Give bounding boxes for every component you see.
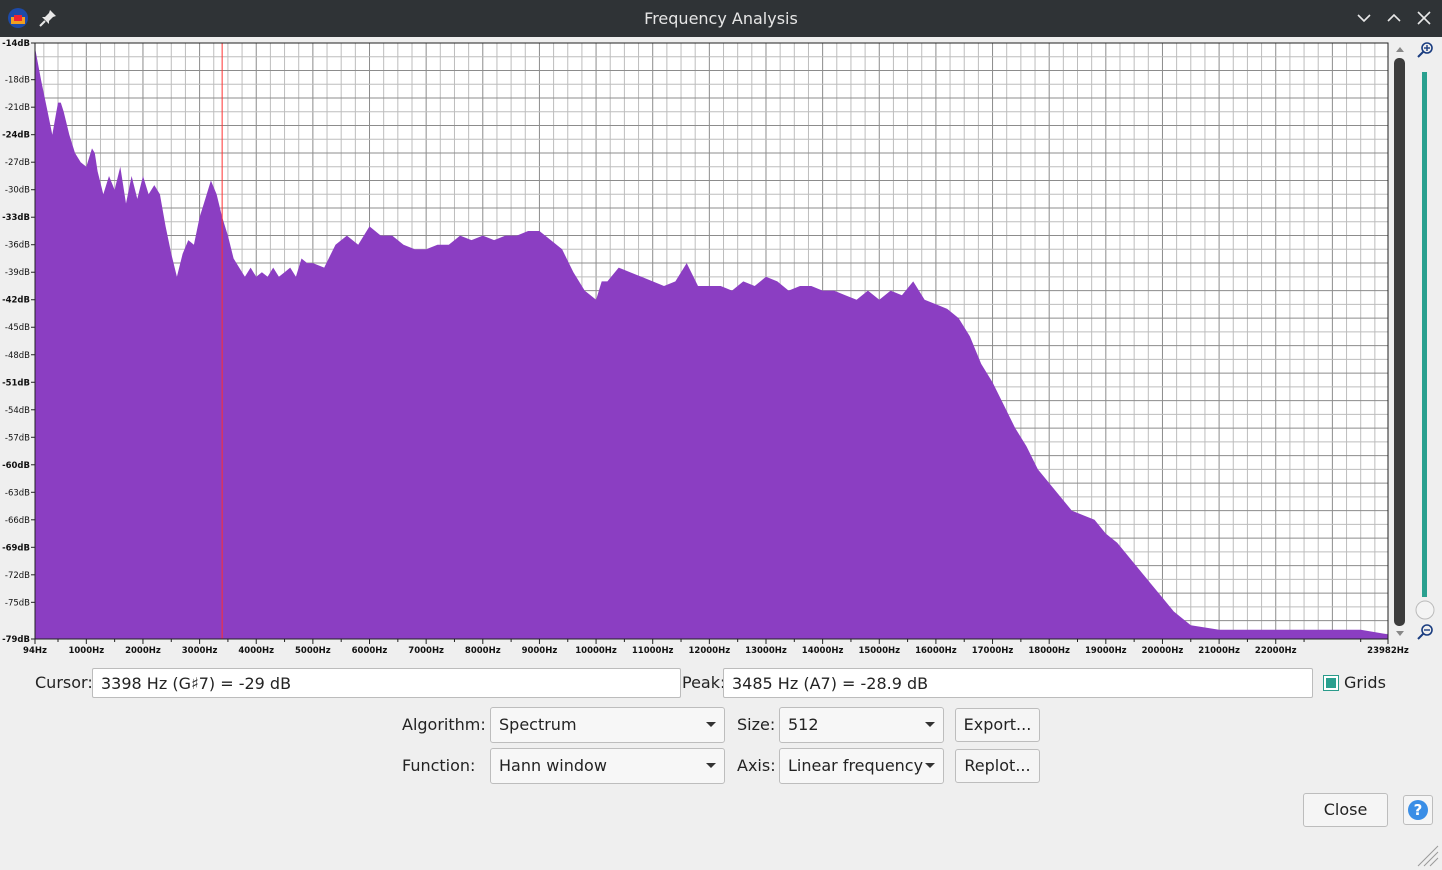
size-select-value: 512 xyxy=(788,715,819,734)
x-tick-label: 5000Hz xyxy=(295,646,331,656)
x-tick-label: 13000Hz xyxy=(745,646,787,656)
x-tick-label: 9000Hz xyxy=(522,646,558,656)
x-tick-label: 10000Hz xyxy=(575,646,617,656)
function-select-value: Hann window xyxy=(499,756,607,775)
x-tick-label: 16000Hz xyxy=(915,646,957,656)
y-tick-label: -57dB xyxy=(5,433,30,443)
y-tick-label: -36dB xyxy=(5,241,30,251)
axis-select[interactable]: Linear frequency xyxy=(779,748,944,784)
y-tick-label: -75dB xyxy=(5,598,30,608)
peak-readout-field[interactable]: 3485 Hz (A7) = -28.9 dB xyxy=(723,668,1313,698)
title-bar: Frequency Analysis xyxy=(0,0,1442,37)
export-button[interactable]: Export... xyxy=(955,708,1040,742)
cursor-readout-field[interactable]: 3398 Hz (G♯7) = -29 dB xyxy=(92,668,681,698)
scroll-up-arrow-icon[interactable] xyxy=(1396,47,1404,52)
y-tick-label: -63dB xyxy=(5,488,30,498)
y-tick-label: -69dB xyxy=(2,543,30,553)
y-tick-label: -45dB xyxy=(5,323,30,333)
maximize-icon[interactable] xyxy=(1384,8,1404,28)
y-tick-label: -54dB xyxy=(5,406,30,416)
axis-select-value: Linear frequency xyxy=(788,756,924,775)
zoom-slider-track[interactable] xyxy=(1422,72,1427,597)
x-tick-label: 2000Hz xyxy=(125,646,161,656)
x-tick-label: 1000Hz xyxy=(68,646,104,656)
cursor-label: Cursor: xyxy=(35,673,93,692)
x-tick-label: 12000Hz xyxy=(689,646,731,656)
size-label: Size: xyxy=(737,715,776,734)
x-tick-label: 18000Hz xyxy=(1028,646,1070,656)
y-tick-label: -21dB xyxy=(5,103,30,113)
zoom-in-icon[interactable] xyxy=(1417,42,1433,58)
spectrum-plot-area[interactable]: -14dB -18dB -21dB -24dB -27dB -30dB -33dB -36dB… xyxy=(0,38,1442,660)
window-title: Frequency Analysis xyxy=(644,9,798,28)
y-tick-label: -60dB xyxy=(2,461,30,471)
vertical-scrollbar[interactable] xyxy=(1394,58,1405,626)
grids-label[interactable]: Grids xyxy=(1344,673,1386,693)
zoom-out-icon[interactable] xyxy=(1417,624,1433,640)
y-tick-label: -27dB xyxy=(5,158,30,168)
y-tick-label: -39dB xyxy=(5,268,30,278)
chevron-down-icon xyxy=(925,722,935,727)
close-button[interactable]: Close xyxy=(1303,793,1388,827)
x-tick-label: 94Hz xyxy=(23,646,47,656)
chevron-down-icon xyxy=(925,763,935,768)
chevron-down-icon xyxy=(706,722,716,727)
x-tick-label: 8000Hz xyxy=(465,646,501,656)
replot-button[interactable]: Replot... xyxy=(955,749,1040,783)
y-tick-label: -66dB xyxy=(5,516,30,526)
minimize-icon[interactable] xyxy=(1354,8,1374,28)
x-tick-label: 3000Hz xyxy=(182,646,218,656)
scroll-down-arrow-icon[interactable] xyxy=(1396,631,1404,636)
peak-label: Peak: xyxy=(682,673,726,692)
y-tick-label: -14dB xyxy=(2,39,30,49)
checkbox-checkmark-icon xyxy=(1326,678,1336,688)
y-tick-label: -30dB xyxy=(5,186,30,196)
x-tick-label: 14000Hz xyxy=(802,646,844,656)
algorithm-select[interactable]: Spectrum xyxy=(490,707,725,743)
function-select[interactable]: Hann window xyxy=(490,748,725,784)
x-tick-label: 15000Hz xyxy=(858,646,900,656)
zoom-slider-handle[interactable] xyxy=(1415,600,1435,620)
axis-label: Axis: xyxy=(737,756,776,775)
algorithm-select-value: Spectrum xyxy=(499,715,577,734)
close-icon[interactable] xyxy=(1414,8,1434,28)
x-tick-label: 22000Hz xyxy=(1255,646,1297,656)
x-tick-label: 11000Hz xyxy=(632,646,674,656)
x-tick-label: 19000Hz xyxy=(1085,646,1127,656)
y-tick-label: -72dB xyxy=(5,571,30,581)
y-tick-label: -24dB xyxy=(2,131,30,141)
x-tick-label: 20000Hz xyxy=(1142,646,1184,656)
x-tick-label: 7000Hz xyxy=(408,646,444,656)
function-label: Function: xyxy=(402,756,476,775)
y-tick-label: -18dB xyxy=(5,76,30,86)
spectrum-chart[interactable]: -14dB -18dB -21dB -24dB -27dB -30dB -33dB -36dB… xyxy=(0,38,1442,660)
algorithm-label: Algorithm: xyxy=(402,715,486,734)
x-tick-label: 4000Hz xyxy=(238,646,274,656)
y-tick-label: -79dB xyxy=(2,635,30,645)
help-button[interactable]: ? xyxy=(1403,795,1433,825)
help-icon: ? xyxy=(1408,800,1428,820)
chevron-down-icon xyxy=(706,763,716,768)
x-tick-label: 17000Hz xyxy=(972,646,1014,656)
x-tick-label: 6000Hz xyxy=(352,646,388,656)
y-tick-label: -51dB xyxy=(2,378,30,388)
y-tick-label: -33dB xyxy=(2,213,30,223)
y-tick-label: -42dB xyxy=(2,296,30,306)
x-tick-label: 23982Hz xyxy=(1367,646,1409,656)
grids-checkbox[interactable] xyxy=(1323,675,1339,691)
resize-grip-icon[interactable] xyxy=(1414,842,1440,868)
y-tick-label: -48dB xyxy=(5,351,30,361)
size-select[interactable]: 512 xyxy=(779,707,944,743)
x-tick-label: 21000Hz xyxy=(1198,646,1240,656)
